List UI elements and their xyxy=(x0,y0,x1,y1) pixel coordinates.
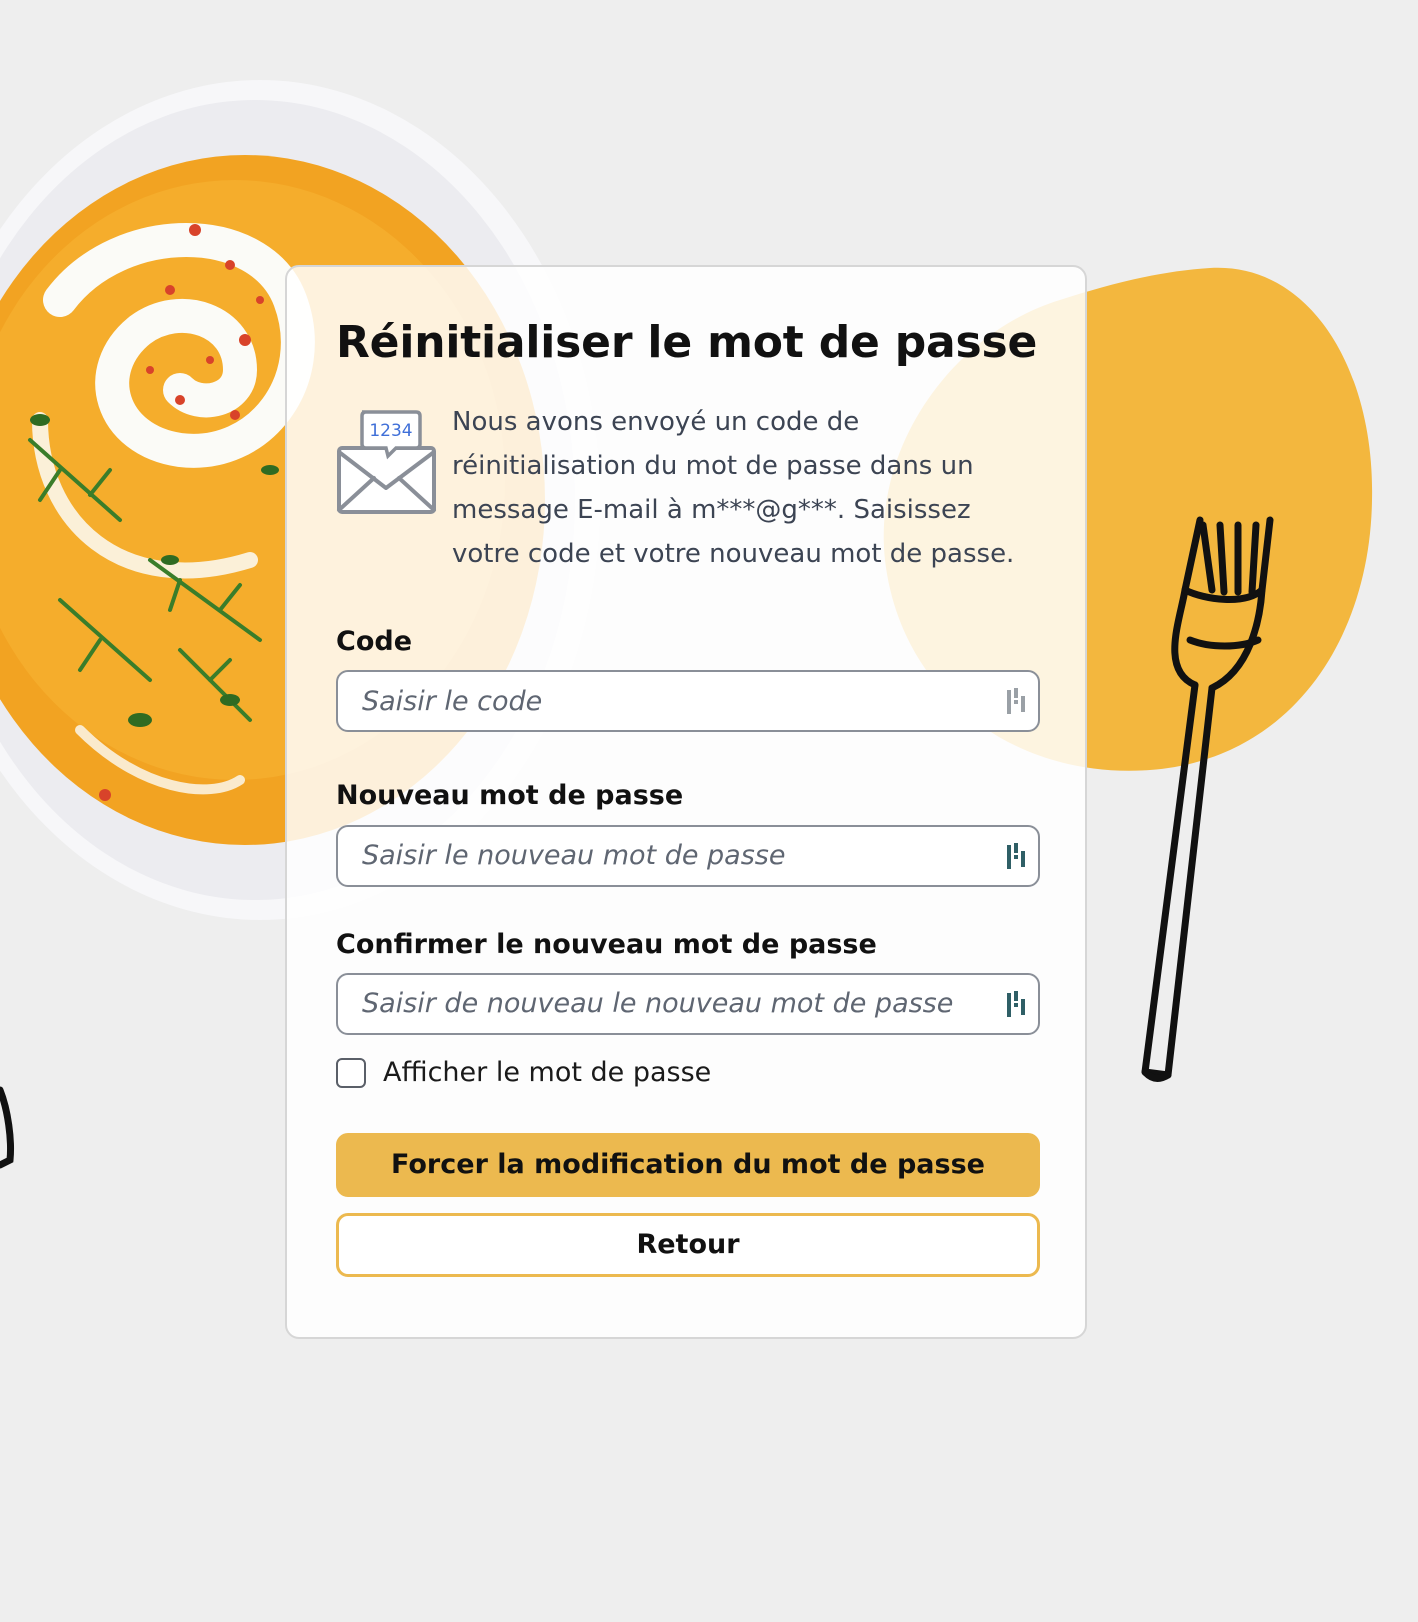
fork-icon xyxy=(1141,516,1274,1082)
code-label: Code xyxy=(336,625,413,657)
code-input[interactable] xyxy=(338,672,1038,731)
reset-password-card: Réinitialiser le mot de passe 1234 Nous … xyxy=(285,265,1087,1339)
confirm-password-field xyxy=(336,972,1040,1035)
show-password-label[interactable]: Afficher le mot de passe xyxy=(383,1057,711,1088)
fork-partial-decoration xyxy=(0,1086,14,1169)
new-password-field xyxy=(336,824,1040,887)
new-password-label: Nouveau mot de passe xyxy=(336,780,684,812)
password-manager-icon[interactable] xyxy=(1006,688,1028,716)
info-text: Nous avons envoyé un code de réinitialis… xyxy=(452,406,1015,569)
submit-button[interactable]: Forcer la modification du mot de passe xyxy=(336,1132,1040,1197)
confirm-password-label: Confirmer le nouveau mot de passe xyxy=(336,928,877,960)
page-title: Réinitialiser le mot de passe xyxy=(336,317,1038,368)
envelope-code-icon: 1234 xyxy=(337,410,436,514)
new-password-input[interactable] xyxy=(338,826,1038,885)
back-button[interactable]: Retour xyxy=(336,1212,1040,1277)
envelope-code-text: 1234 xyxy=(369,421,412,441)
confirm-password-input[interactable] xyxy=(338,974,1038,1033)
password-manager-icon[interactable] xyxy=(1006,842,1028,871)
password-manager-icon[interactable] xyxy=(1006,990,1028,1019)
info-section: 1234 Nous avons envoyé un code de réinit… xyxy=(336,406,1036,576)
show-password-row: Afficher le mot de passe xyxy=(336,1055,1036,1091)
show-password-checkbox[interactable] xyxy=(336,1057,366,1088)
code-field xyxy=(336,670,1040,733)
